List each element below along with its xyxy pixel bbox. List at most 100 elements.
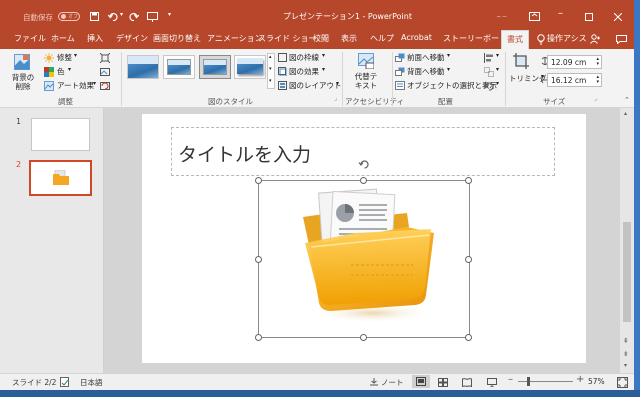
group-styles-label: 図のスタイル (208, 97, 253, 106)
spelling-check-icon[interactable] (60, 377, 70, 387)
ribbon-display-icon[interactable] (529, 12, 540, 21)
resize-handle-bottom[interactable] (360, 334, 367, 341)
change-picture-icon[interactable] (100, 67, 110, 77)
resize-handle-top-left[interactable] (255, 177, 262, 184)
reading-view-icon[interactable] (462, 378, 472, 387)
tab-storyboard[interactable]: ストーリーボード (443, 33, 507, 44)
picture-effects-label: 図の効果 (289, 67, 319, 76)
gallery-more-icon: ▾ (269, 78, 272, 84)
rotate-handle-icon[interactable] (358, 158, 371, 171)
slide-thumbnail-2[interactable] (29, 160, 92, 196)
tab-file[interactable]: ファイル (14, 33, 46, 44)
zoom-in-button[interactable]: + (576, 374, 584, 385)
height-field[interactable]: 12.09 cm ▴ ▾ (547, 55, 602, 69)
tab-transitions[interactable]: 画面切り替え (153, 33, 201, 44)
desktop-edge (634, 0, 640, 397)
normal-view-button[interactable] (412, 375, 430, 388)
scroll-thumb[interactable] (623, 222, 631, 322)
scroll-up-icon[interactable]: ▴ (624, 110, 627, 117)
minimize-button[interactable]: – (558, 8, 563, 19)
next-slide-icon[interactable]: ⇟ (623, 350, 629, 358)
picture-style-1[interactable] (127, 55, 159, 79)
lightbulb-icon (537, 34, 545, 45)
slideshow-view-icon[interactable] (487, 378, 497, 387)
compress-pictures-icon[interactable] (100, 53, 110, 63)
previous-slide-icon[interactable]: ⇞ (623, 337, 629, 345)
resize-handle-right[interactable] (465, 256, 472, 263)
scroll-down-icon[interactable]: ▾ (624, 362, 627, 369)
group-objects-icon[interactable] (484, 67, 494, 77)
remove-background-label: 背景の 削除 (11, 73, 35, 91)
slide-sorter-icon[interactable] (438, 378, 448, 387)
corrections-label: 修整 (57, 53, 72, 62)
tab-acrobat[interactable]: Acrobat (401, 33, 432, 42)
width-field[interactable]: 16.12 cm ▴ ▾ (547, 73, 602, 87)
chevron-down-icon: ▾ (322, 52, 326, 59)
align-icon[interactable] (484, 53, 494, 63)
spin-down-icon[interactable]: ▾ (596, 61, 599, 67)
style-frame (167, 59, 191, 75)
tab-view[interactable]: 表示 (341, 33, 357, 44)
resize-handle-top[interactable] (360, 177, 367, 184)
zoom-out-button[interactable]: – (508, 374, 513, 385)
size-dialog-launcher-icon[interactable]: ⌟ (594, 95, 597, 102)
resize-handle-bottom-right[interactable] (465, 334, 472, 341)
share-icon[interactable] (590, 34, 600, 44)
tab-design[interactable]: デザイン (116, 33, 148, 44)
save-icon[interactable] (90, 12, 99, 21)
remove-background-button[interactable]: 背景の 削除 (8, 54, 36, 94)
resize-handle-top-right[interactable] (465, 177, 472, 184)
reset-picture-icon[interactable] (100, 81, 110, 91)
tab-insert[interactable]: 挿入 (87, 33, 103, 44)
resize-handle-bottom-left[interactable] (255, 334, 262, 341)
tab-review[interactable]: 校閲 (313, 33, 329, 44)
autosave-label: 自動保存 (23, 13, 53, 22)
tab-help[interactable]: ヘルプ (370, 33, 394, 44)
selected-picture[interactable] (255, 177, 472, 341)
crop-icon (513, 53, 529, 69)
tell-me-box[interactable]: 操作アシス (547, 33, 587, 44)
slide-number: 1 (16, 117, 22, 126)
picture-layout-label: 図のレイアウト (289, 81, 342, 90)
group-divider (392, 52, 393, 106)
tab-home[interactable]: ホーム (51, 33, 75, 44)
collapse-ribbon-icon[interactable]: ⌃ (624, 96, 630, 104)
resize-handle-left[interactable] (255, 256, 262, 263)
chevron-down-icon: ▾ (74, 52, 78, 59)
tab-format[interactable]: 書式 (501, 30, 529, 49)
picture-style-2[interactable] (163, 55, 195, 79)
ribbon-tabs: ファイル ホーム 挿入 デザイン 画面切り替え アニメーション スライド ショー… (0, 30, 640, 49)
comments-icon[interactable] (616, 35, 627, 44)
maximize-button[interactable] (585, 13, 593, 21)
notes-button[interactable]: ノート (381, 377, 404, 388)
tab-animations[interactable]: アニメーション (207, 33, 263, 44)
picture-style-4[interactable] (234, 55, 266, 79)
zoom-level[interactable]: 57% (588, 377, 605, 386)
undo-dropdown-icon[interactable]: ▾ (120, 11, 123, 18)
zoom-slider-thumb[interactable] (527, 377, 530, 386)
fit-slide-icon[interactable] (617, 377, 628, 388)
slide-canvas[interactable]: タイトルを入力 (142, 114, 586, 363)
group-divider (121, 52, 122, 106)
styles-gallery-scroll[interactable]: ▴ ▾ ▾ (267, 53, 275, 89)
tab-slideshow[interactable]: スライド ショー (258, 33, 317, 44)
slide-thumbnails-panel: 1 2 (0, 108, 104, 373)
close-button[interactable] (614, 13, 622, 21)
picture-style-3[interactable] (199, 55, 231, 79)
alt-text-button[interactable]: 代替テ キスト (351, 53, 381, 93)
vertical-scrollbar[interactable]: ▴ ⇞ ⇟ ▾ (620, 108, 634, 373)
language-indicator[interactable]: 日本語 (80, 377, 103, 388)
autosave-toggle[interactable]: オフ (58, 12, 80, 21)
slide-thumbnail-1[interactable] (31, 118, 90, 151)
chevron-down-icon: ▾ (496, 80, 500, 87)
start-slideshow-icon[interactable] (147, 12, 158, 22)
customize-qat-icon[interactable]: ▾ (168, 11, 171, 18)
undo-icon[interactable] (108, 12, 118, 21)
redo-icon[interactable] (129, 12, 139, 21)
spin-down-icon[interactable]: ▾ (596, 79, 599, 85)
normal-view-icon (416, 377, 426, 386)
styles-dialog-launcher-icon[interactable]: ⌟ (334, 95, 337, 102)
rotate-icon[interactable] (484, 81, 494, 91)
autosave-state: オフ (68, 14, 79, 20)
width-value: 16.12 cm (551, 76, 587, 85)
